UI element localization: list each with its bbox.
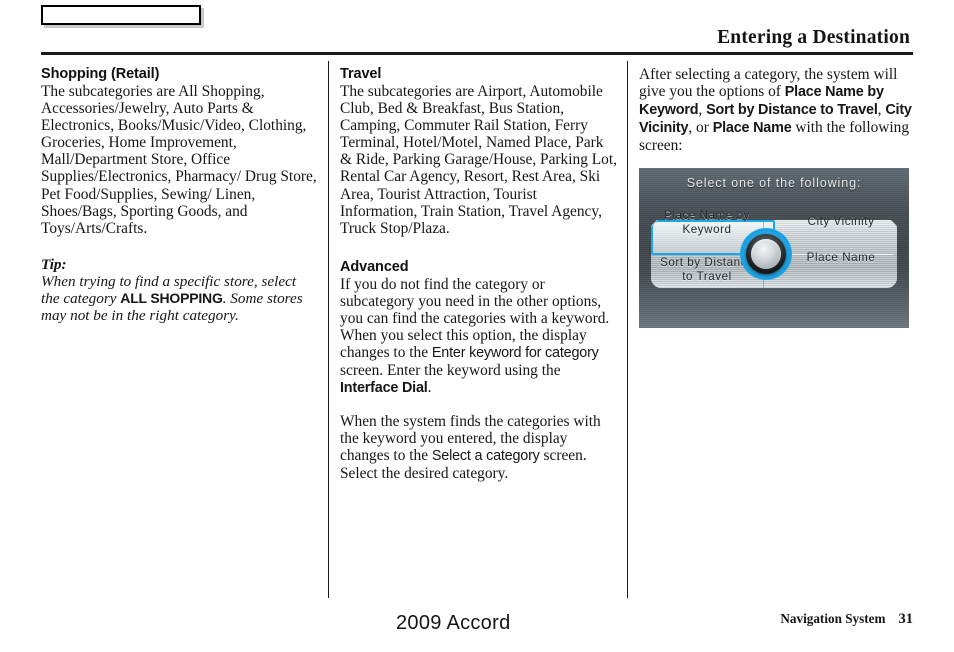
tip-label: Tip: — [41, 255, 67, 273]
control-name-interface-dial: Interface Dial — [340, 380, 428, 397]
nav-option-place-name-by-keyword[interactable]: Place Name by Keyword — [647, 209, 767, 236]
nav-option-place-name[interactable]: Place Name — [779, 251, 903, 265]
nav-option-city-vicinity[interactable]: City Vicinity — [779, 215, 903, 229]
column-options: After selecting a category, the system w… — [639, 66, 914, 154]
advanced-text-part2: screen. Enter the keyword using the — [340, 362, 561, 380]
dial-center-cap — [751, 239, 781, 269]
page-title: Entering a Destination — [717, 27, 910, 48]
interface-dial-icon[interactable] — [740, 228, 792, 280]
footer-manual-info: Navigation System 31 — [780, 611, 913, 628]
section-title-travel: Travel — [340, 66, 382, 82]
advanced-paragraph-2: When the system finds the categories wit… — [340, 413, 617, 482]
travel-subcategories-text: The subcategories are Airport, Automobil… — [340, 83, 617, 237]
footer-manual-name: Navigation System — [780, 611, 886, 626]
tip-emphasis-all-shopping: ALL SHOPPING — [120, 290, 223, 307]
screen-name-enter-keyword: Enter keyword for category — [431, 345, 599, 362]
shopping-tip: Tip: When trying to find a specific stor… — [41, 256, 318, 324]
options-intro-paragraph: After selecting a category, the system w… — [639, 66, 914, 154]
intro-sep-1: , — [698, 101, 707, 119]
section-title-shopping: Shopping (Retail) — [41, 66, 160, 82]
footer-model-year: 2009 Accord — [396, 612, 511, 634]
section-title-advanced: Advanced — [340, 258, 409, 275]
column-shopping: Shopping (Retail) The subcategories are … — [41, 66, 318, 324]
navigation-screen-figure: Select one of the following: Place Name … — [639, 168, 909, 328]
column-divider-1 — [328, 61, 329, 598]
footer-page-number: 31 — [898, 611, 914, 627]
nav-screen-title: Select one of the following: — [686, 176, 862, 190]
screen-name-select-a-category: Select a category — [431, 447, 540, 464]
option-sort-by-distance-to-travel: Sort by Distance to Travel — [706, 102, 878, 119]
shopping-subcategories-text: The subcategories are All Shopping, Acce… — [41, 83, 317, 237]
column-divider-2 — [627, 61, 628, 598]
header-rule — [41, 52, 913, 55]
option-place-name: Place Name — [712, 120, 792, 137]
column-travel-advanced: Travel The subcategories are Airport, Au… — [340, 66, 617, 482]
advanced-paragraph-1: If you do not find the category or subca… — [340, 276, 617, 398]
intro-sep-3: , or — [688, 119, 713, 137]
section-tab-box — [41, 5, 201, 25]
advanced-text-part3: . — [427, 379, 432, 397]
